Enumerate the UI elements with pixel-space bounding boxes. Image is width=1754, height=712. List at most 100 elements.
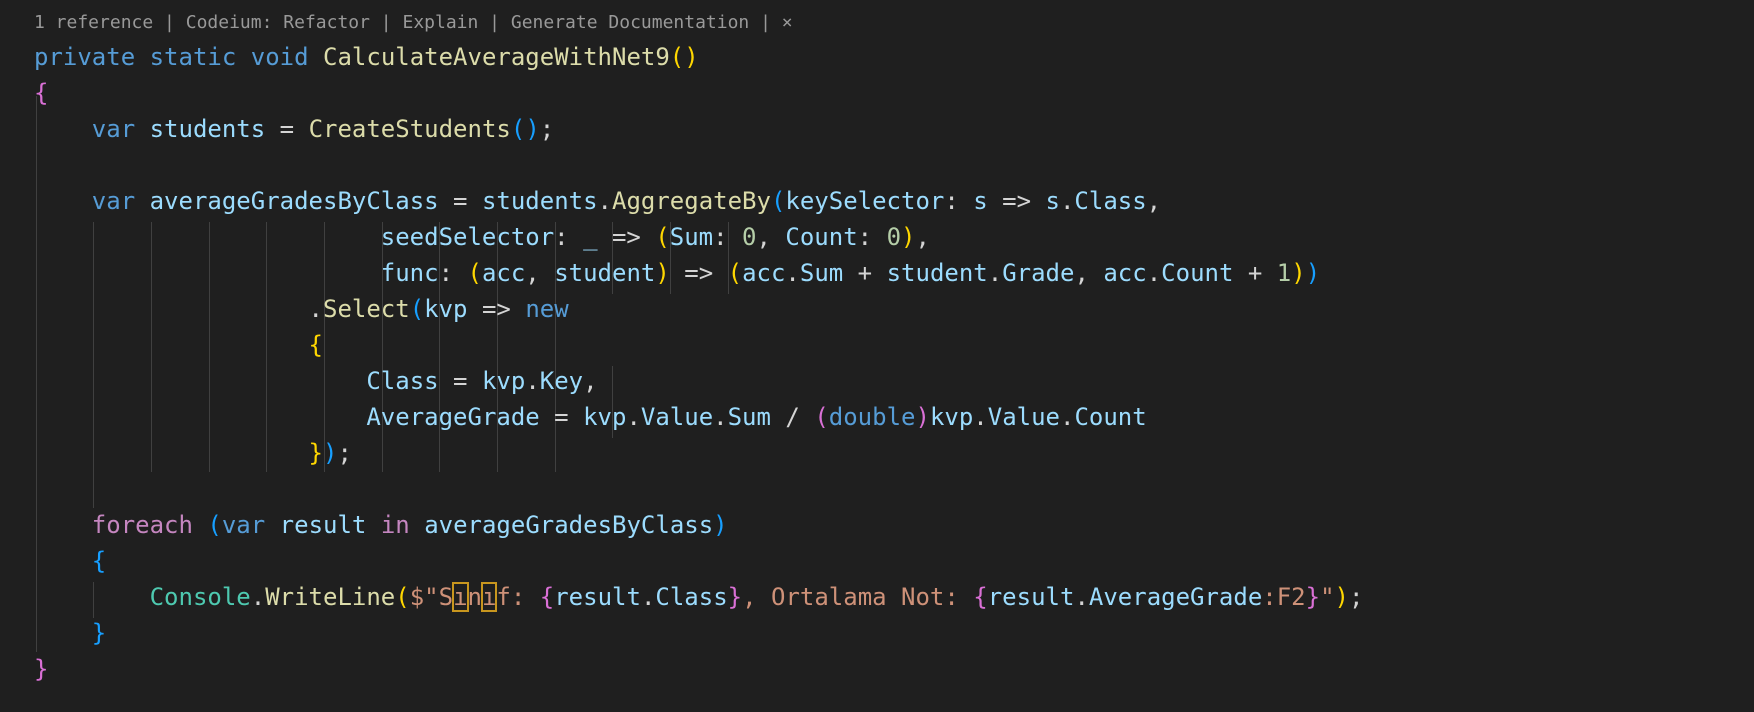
code-line-average-assign[interactable]: AverageGrade = kvp.Value.Sum / (double)k… (34, 399, 1146, 435)
variable-average-grades: averageGradesByClass (149, 187, 439, 215)
method-name: CalculateAverageWithNet9 (323, 43, 670, 71)
dot: . (626, 403, 641, 431)
comma: , (915, 223, 930, 251)
code-line-aggregate[interactable]: var averageGradesByClass = students.Aggr… (34, 183, 1161, 219)
operator-plus: + (843, 259, 887, 287)
member-class: Class (1074, 187, 1147, 215)
codelens-bar: 1 reference | Codeium: Refactor | Explai… (34, 12, 793, 33)
keyword-static: static (149, 43, 237, 71)
codelens-references-link[interactable]: 1 reference (34, 12, 153, 33)
dot: . (785, 259, 800, 287)
colon: : (713, 223, 743, 251)
comma: , (1146, 187, 1162, 215)
paren-close: ) (684, 43, 699, 71)
code-line-func[interactable]: func: (acc, student) => (acc.Sum + stude… (34, 255, 1320, 291)
paren-open: ( (395, 583, 410, 611)
dot: . (308, 295, 323, 323)
code-line-students[interactable]: var students = CreateStudents(); (34, 111, 554, 147)
code-line-loop-close[interactable]: } (34, 615, 106, 651)
dot: . (1146, 259, 1162, 287)
keyword-double: double (828, 403, 916, 431)
call-writeline: WriteLine (265, 583, 396, 611)
code-line-foreach[interactable]: foreach (var result in averageGradesByCl… (34, 507, 728, 543)
dot: . (525, 367, 540, 395)
semicolon: ; (1349, 583, 1364, 611)
paren-open: ( (770, 187, 786, 215)
paren-close: ) (525, 115, 540, 143)
comma: , (1074, 259, 1104, 287)
dot: . (250, 583, 266, 611)
code-line-writeline[interactable]: Console.WriteLine($"Sınıf: {result.Class… (34, 579, 1363, 615)
identifier-average-grades: averageGradesByClass (424, 511, 714, 539)
number-literal: 0 (742, 223, 757, 251)
dot: . (713, 403, 728, 431)
paren-close: ) (1291, 259, 1306, 287)
arrow: => (467, 295, 526, 323)
string-end: " (1320, 583, 1335, 611)
identifier-result: result (987, 583, 1075, 611)
semicolon: ; (539, 115, 555, 143)
keyword-foreach: foreach (91, 511, 193, 539)
code-line-brace-open[interactable]: { (34, 75, 48, 111)
keyword-new: new (525, 295, 569, 323)
paren-close: ) (901, 223, 916, 251)
dot: . (973, 403, 988, 431)
keyword-private: private (34, 43, 136, 71)
lambda-param-acc: acc (481, 259, 526, 287)
call-aggregate-by: AggregateBy (612, 187, 771, 215)
codelens-refactor-link[interactable]: Codeium: Refactor (186, 12, 370, 33)
variable-result: result (279, 511, 367, 539)
paren-open: ( (467, 259, 482, 287)
param-seed-selector: seedSelector (380, 223, 555, 251)
paren-open: ( (409, 295, 425, 323)
identifier-kvp: kvp (929, 403, 974, 431)
keyword-var: var (221, 511, 266, 539)
comma: , (583, 367, 598, 395)
identifier-s: s (1045, 187, 1060, 215)
dot: . (597, 187, 612, 215)
member-sum: Sum (727, 403, 771, 431)
code-line-class-assign[interactable]: Class = kvp.Key, (34, 363, 598, 399)
member-value: Value (640, 403, 714, 431)
code-line-object-close[interactable]: }); (34, 435, 352, 471)
codelens-close-icon[interactable]: × (782, 12, 793, 33)
dot: . (1060, 403, 1075, 431)
string-text: f: (496, 583, 540, 611)
member-class: Class (655, 583, 728, 611)
keyword-var: var (91, 115, 136, 143)
dot: . (1074, 583, 1089, 611)
member-average-grade: AverageGrade (1088, 583, 1263, 611)
lambda-param-discard: _ (583, 223, 598, 251)
string-text: n (467, 583, 482, 611)
colon: : (944, 187, 974, 215)
member-grade: Grade (1002, 259, 1075, 287)
paren-close: ) (323, 439, 338, 467)
code-line-brace-close[interactable]: } (34, 651, 48, 687)
operator-plus: + (1233, 259, 1277, 287)
code-line-seed-selector[interactable]: seedSelector: _ => (Sum: 0, Count: 0), (34, 219, 930, 255)
format-specifier: :F2 (1262, 583, 1306, 611)
code-editor[interactable]: 1 reference | Codeium: Refactor | Explai… (0, 0, 1754, 712)
number-literal: 1 (1276, 259, 1292, 287)
codelens-generate-docs-link[interactable]: Generate Documentation (511, 12, 749, 33)
member-value: Value (987, 403, 1060, 431)
codelens-explain-link[interactable]: Explain (402, 12, 478, 33)
unicode-highlight[interactable]: ı (480, 582, 498, 612)
unicode-highlight[interactable]: ı (452, 582, 469, 612)
comma: , (756, 223, 786, 251)
paren-close: ) (915, 403, 930, 431)
operator-assign: = (438, 367, 482, 395)
interp-brace-open: { (973, 583, 988, 611)
identifier-kvp: kvp (481, 367, 526, 395)
code-line-select[interactable]: .Select(kvp => new (34, 291, 569, 327)
identifier-acc: acc (742, 259, 786, 287)
operator-divide: / (770, 403, 815, 431)
operator-assign: = (438, 187, 482, 215)
code-line-loop-open[interactable]: { (34, 543, 106, 579)
paren-open: ( (207, 511, 222, 539)
dot: . (987, 259, 1003, 287)
code-line-object-open[interactable]: { (34, 327, 323, 363)
comma: , (525, 259, 555, 287)
member-sum: Sum (799, 259, 844, 287)
code-line-method-signature[interactable]: private static void CalculateAverageWith… (34, 39, 699, 75)
